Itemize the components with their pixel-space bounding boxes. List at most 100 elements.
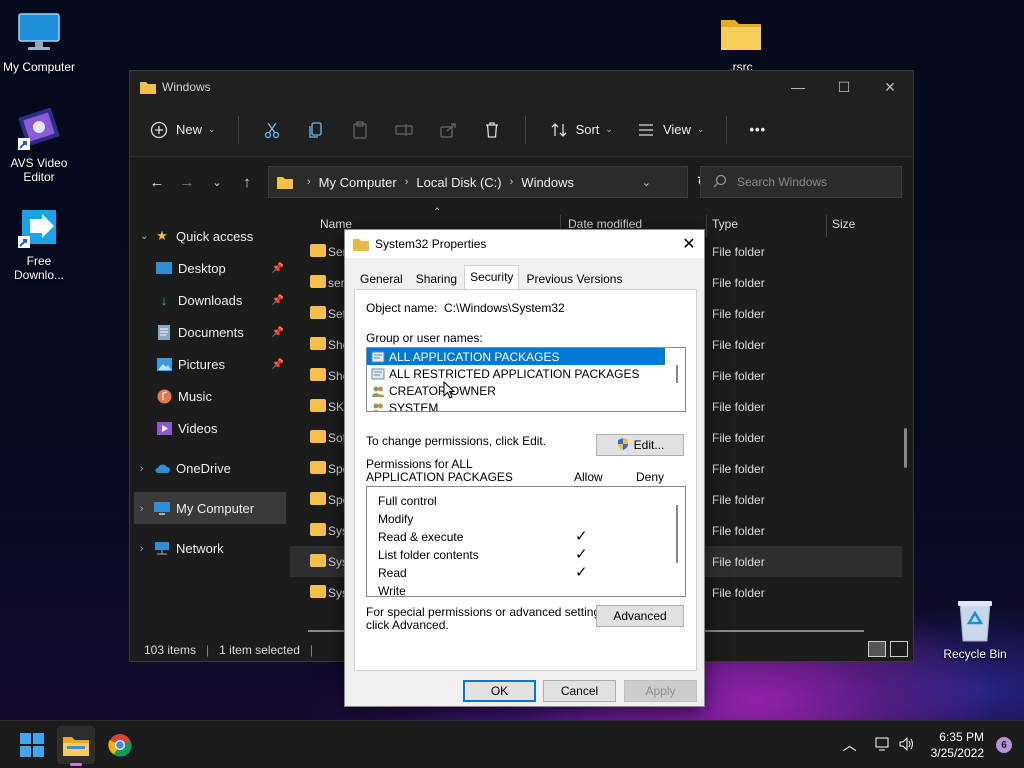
dialog-close-icon[interactable]: ✕ (674, 234, 704, 254)
window-title: Windows (162, 80, 211, 94)
chevron-down-icon: ⌄ (605, 124, 613, 134)
desktop-icon-label: AVS Video (10, 156, 68, 170)
cancel-button[interactable]: Cancel (543, 680, 616, 702)
ok-button[interactable]: OK (463, 680, 536, 702)
chevron-right-icon: › (307, 176, 311, 188)
permissions-scrollbar[interactable] (676, 505, 678, 563)
desktop-icon-my-computer[interactable]: My Computer (0, 10, 81, 74)
folder-icon (310, 554, 326, 567)
nav-desktop[interactable]: Desktop 📌 (130, 252, 290, 284)
column-divider[interactable] (826, 215, 827, 237)
object-name-value: C:\Windows\System32 (444, 301, 565, 315)
vertical-scrollbar[interactable] (904, 428, 907, 468)
nav-quick-access[interactable]: ⌄ ★ Quick access (130, 220, 290, 252)
taskbar-chrome[interactable] (101, 726, 139, 764)
address-bar[interactable]: › My Computer › Local Disk (C:) › Window… (268, 166, 688, 198)
up-button[interactable]: ↑ (232, 167, 262, 197)
toolbar-divider (524, 115, 526, 144)
permission-row: List folder contents ✓ (367, 545, 685, 563)
nav-onedrive[interactable]: › OneDrive (130, 452, 290, 484)
folder-icon (310, 306, 326, 319)
back-button[interactable]: ← (142, 167, 172, 197)
breadcrumb-my-computer[interactable]: My Computer (319, 175, 397, 190)
group-names-label: Group or user names: (366, 331, 483, 345)
rename-button[interactable] (393, 119, 415, 141)
cut-button[interactable] (261, 119, 283, 141)
nav-downloads[interactable]: ↓ Downloads 📌 (130, 284, 290, 316)
permission-name: Read & execute (378, 530, 464, 544)
desktop-icon-label: Downlo... (13, 268, 65, 282)
breadcrumb-windows[interactable]: Windows (521, 175, 574, 190)
tiles-view-button[interactable] (890, 641, 908, 657)
close-button[interactable]: ✕ (867, 71, 913, 103)
start-button[interactable] (13, 726, 51, 764)
sort-button[interactable]: Sort ⌄ (548, 119, 613, 141)
volume-icon[interactable] (899, 736, 915, 754)
download-arrow-icon (16, 204, 62, 250)
file-type: File folder (712, 431, 765, 445)
sort-icon (548, 119, 570, 141)
status-bar: 103 items | 1 item selected | (144, 643, 313, 657)
folder-icon (277, 177, 293, 189)
list-item[interactable]: SYSTEM (367, 399, 685, 411)
breadcrumb-local-disk[interactable]: Local Disk (C:) (416, 175, 501, 190)
nav-network[interactable]: › Network (130, 532, 290, 564)
nav-music[interactable]: Music (130, 380, 290, 412)
explorer-titlebar[interactable]: Windows — ☐ ✕ (130, 71, 913, 103)
address-dropdown-icon[interactable]: ⌄ (642, 176, 651, 189)
list-item[interactable]: ALL APPLICATION PACKAGES (367, 348, 665, 365)
view-button[interactable]: View ⌄ (635, 119, 704, 141)
nav-documents[interactable]: Documents 📌 (130, 316, 290, 348)
column-divider[interactable] (706, 215, 707, 237)
permission-name: Read (378, 566, 407, 580)
notification-badge[interactable]: 6 (996, 737, 1012, 753)
nav-videos[interactable]: Videos (130, 412, 290, 444)
allow-check: ✓ (575, 564, 588, 581)
list-item[interactable]: CREATOR OWNER (367, 382, 685, 399)
permission-name: Modify (378, 512, 414, 526)
arrow-right-icon: → (179, 173, 195, 191)
monitor-icon (154, 500, 170, 516)
list-item[interactable]: ALL RESTRICTED APPLICATION PACKAGES (367, 365, 685, 382)
show-hidden-icons-button[interactable]: ︿ (843, 735, 857, 755)
share-button[interactable] (437, 119, 459, 141)
maximize-button[interactable]: ☐ (821, 71, 867, 103)
permission-row: Write (367, 581, 685, 596)
new-button[interactable]: New ⌄ (148, 119, 216, 141)
desktop-icon-avs-video-editor[interactable]: AVS Video Editor (0, 106, 81, 184)
list-vertical-scrollbar[interactable] (676, 365, 678, 383)
minimize-button[interactable]: — (775, 71, 821, 103)
more-options-button[interactable]: ••• (749, 122, 766, 137)
group-name: ALL APPLICATION PACKAGES (389, 349, 560, 364)
nav-my-computer[interactable]: › My Computer (134, 492, 286, 524)
permissions-list[interactable]: Full control Modify Read & execute ✓ List… (366, 486, 686, 597)
search-input[interactable]: Search Windows (700, 166, 902, 198)
clock[interactable]: 6:35 PM 3/25/2022 (931, 729, 984, 761)
special-permissions-text: click Advanced. (366, 618, 449, 632)
dialog-titlebar[interactable]: System32 Properties ✕ (345, 230, 704, 258)
recent-locations-button[interactable]: ⌄ (202, 167, 232, 197)
desktop-icon-rsrc-folder[interactable]: .rsrc (699, 10, 783, 74)
copy-button[interactable] (305, 119, 327, 141)
column-header-size[interactable]: Size (832, 217, 855, 231)
apply-button[interactable]: Apply (624, 680, 697, 702)
paste-button[interactable] (349, 119, 371, 141)
edit-label: Edit... (633, 438, 665, 452)
taskbar-file-explorer[interactable] (57, 726, 95, 766)
video-icon (156, 420, 172, 436)
nav-pictures[interactable]: Pictures 📌 (130, 348, 290, 380)
tab-security[interactable]: Security (464, 265, 520, 290)
forward-button[interactable]: → (172, 167, 202, 197)
edit-button[interactable]: Edit... (596, 434, 684, 456)
folder-icon (310, 461, 326, 474)
delete-button[interactable] (481, 119, 503, 141)
deny-column-header: Deny (636, 470, 665, 484)
advanced-button[interactable]: Advanced (596, 605, 684, 627)
desktop-icon-free-download[interactable]: Free Downlo... (0, 204, 81, 282)
network-status-icon[interactable] (875, 737, 891, 754)
rename-icon (393, 119, 415, 141)
details-view-button[interactable] (868, 641, 886, 657)
column-header-type[interactable]: Type (712, 217, 738, 231)
group-names-list[interactable]: ALL APPLICATION PACKAGES ALL RESTRICTED … (366, 347, 686, 412)
desktop-icon-recycle-bin[interactable]: Recycle Bin (933, 597, 1017, 661)
